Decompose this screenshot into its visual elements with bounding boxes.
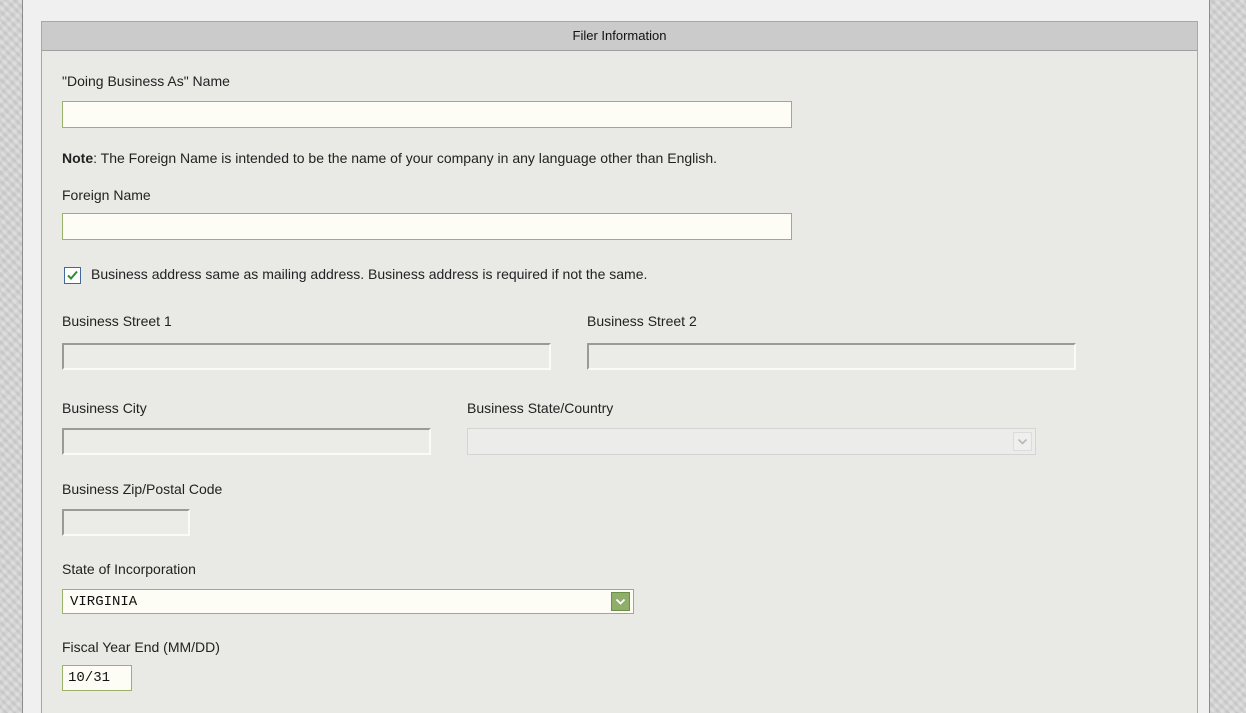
fiscal-year-end-value: 10/31: [68, 670, 111, 686]
note-body: : The Foreign Name is intended to be the…: [93, 150, 718, 166]
fiscal-year-end-label: Fiscal Year End (MM/DD): [62, 639, 220, 655]
business-state-label: Business State/Country: [467, 400, 614, 416]
state-of-incorporation-label: State of Incorporation: [62, 561, 196, 577]
foreign-name-label: Foreign Name: [62, 187, 151, 203]
panel-title: Filer Information: [42, 22, 1197, 51]
business-state-select[interactable]: [467, 428, 1036, 455]
business-street-2-label: Business Street 2: [587, 313, 697, 329]
state-of-incorporation-value: VIRGINIA: [70, 594, 138, 610]
business-zip-input[interactable]: [62, 509, 190, 536]
business-city-input[interactable]: [62, 428, 431, 455]
dba-label: "Doing Business As" Name: [62, 73, 230, 89]
note-text: Note: The Foreign Name is intended to be…: [62, 150, 717, 166]
chevron-down-icon: [1013, 432, 1032, 451]
same-address-label: Business address same as mailing address…: [91, 266, 648, 282]
business-city-label: Business City: [62, 400, 147, 416]
chevron-down-icon: [611, 592, 630, 611]
business-street-2-input[interactable]: [587, 343, 1076, 370]
same-address-checkbox[interactable]: [64, 267, 81, 284]
fiscal-year-end-input[interactable]: 10/31: [62, 665, 132, 691]
foreign-name-input[interactable]: [62, 213, 792, 240]
business-street-1-label: Business Street 1: [62, 313, 172, 329]
state-of-incorporation-select[interactable]: VIRGINIA: [62, 589, 634, 614]
check-icon: [67, 270, 78, 280]
dba-input[interactable]: [62, 101, 792, 128]
note-bold: Note: [62, 150, 94, 166]
business-street-1-input[interactable]: [62, 343, 551, 370]
business-zip-label: Business Zip/Postal Code: [62, 481, 223, 497]
